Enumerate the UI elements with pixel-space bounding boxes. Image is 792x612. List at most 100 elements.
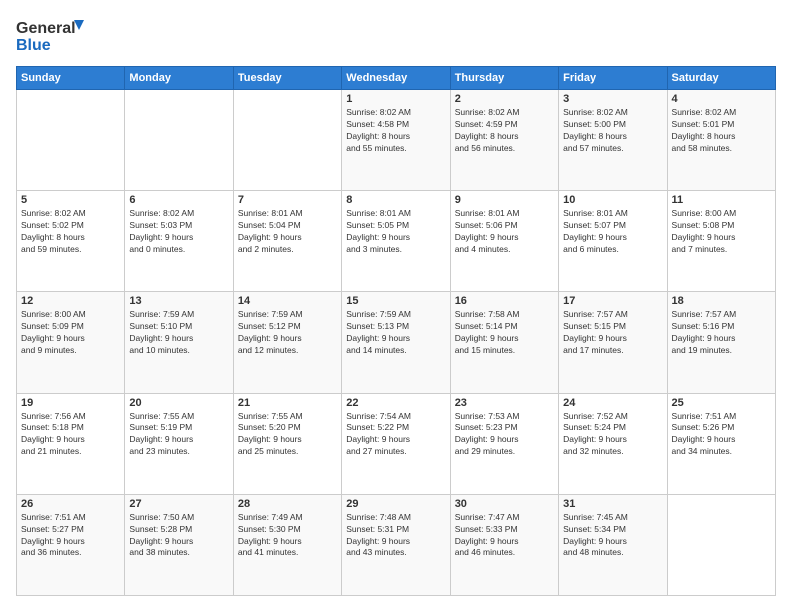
logo: GeneralBlue <box>16 16 86 56</box>
header: GeneralBlue <box>16 16 776 56</box>
day-info: Sunrise: 7:47 AM Sunset: 5:33 PM Dayligh… <box>455 512 554 560</box>
day-info: Sunrise: 7:51 AM Sunset: 5:27 PM Dayligh… <box>21 512 120 560</box>
calendar-cell: 30 Sunrise: 7:47 AM Sunset: 5:33 PM Dayli… <box>450 494 558 595</box>
calendar-cell: 24Sunrise: 7:52 AM Sunset: 5:24 PM Dayli… <box>559 393 667 494</box>
day-info: Sunrise: 8:00 AM Sunset: 5:08 PM Dayligh… <box>672 208 771 256</box>
calendar-week-row: 19 Sunrise: 7:56 AM Sunset: 5:18 PM Dayli… <box>17 393 776 494</box>
calendar-cell: 9Sunrise: 8:01 AM Sunset: 5:06 PM Daylig… <box>450 191 558 292</box>
calendar-week-row: 5 Sunrise: 8:02 AM Sunset: 5:02 PM Daylig… <box>17 191 776 292</box>
calendar-cell: 23 Sunrise: 7:53 AM Sunset: 5:23 PM Dayli… <box>450 393 558 494</box>
calendar-body: 1 Sunrise: 8:02 AM Sunset: 4:58 PM Daylig… <box>17 90 776 596</box>
day-info: Sunrise: 7:59 AM Sunset: 5:12 PM Dayligh… <box>238 309 337 357</box>
day-info: Sunrise: 8:01 AM Sunset: 5:06 PM Dayligh… <box>455 208 554 256</box>
day-info: Sunrise: 7:56 AM Sunset: 5:18 PM Dayligh… <box>21 411 120 459</box>
day-number: 10 <box>563 194 662 206</box>
calendar-cell: 31Sunrise: 7:45 AM Sunset: 5:34 PM Dayli… <box>559 494 667 595</box>
weekday-row: SundayMondayTuesdayWednesdayThursdayFrid… <box>17 67 776 90</box>
day-info: Sunrise: 8:02 AM Sunset: 5:01 PM Dayligh… <box>672 107 771 155</box>
day-info: Sunrise: 7:57 AM Sunset: 5:16 PM Dayligh… <box>672 309 771 357</box>
day-number: 27 <box>129 498 228 510</box>
calendar-cell: 14 Sunrise: 7:59 AM Sunset: 5:12 PM Dayli… <box>233 292 341 393</box>
day-number: 30 <box>455 498 554 510</box>
day-number: 23 <box>455 397 554 409</box>
day-info: Sunrise: 7:54 AM Sunset: 5:22 PM Dayligh… <box>346 411 445 459</box>
calendar-cell: 17 Sunrise: 7:57 AM Sunset: 5:15 PM Dayli… <box>559 292 667 393</box>
calendar-cell: 27 Sunrise: 7:50 AM Sunset: 5:28 PM Dayli… <box>125 494 233 595</box>
day-info: Sunrise: 7:49 AM Sunset: 5:30 PM Dayligh… <box>238 512 337 560</box>
calendar-week-row: 12 Sunrise: 8:00 AM Sunset: 5:09 PM Dayli… <box>17 292 776 393</box>
calendar-cell <box>667 494 775 595</box>
calendar-cell: 18 Sunrise: 7:57 AM Sunset: 5:16 PM Dayli… <box>667 292 775 393</box>
day-info: Sunrise: 7:53 AM Sunset: 5:23 PM Dayligh… <box>455 411 554 459</box>
calendar-cell <box>125 90 233 191</box>
day-number: 19 <box>21 397 120 409</box>
day-info: Sunrise: 7:59 AM Sunset: 5:10 PM Dayligh… <box>129 309 228 357</box>
day-number: 12 <box>21 295 120 307</box>
weekday-header: Tuesday <box>233 67 341 90</box>
day-info: Sunrise: 7:57 AM Sunset: 5:15 PM Dayligh… <box>563 309 662 357</box>
weekday-header: Monday <box>125 67 233 90</box>
svg-text:Blue: Blue <box>16 37 51 54</box>
day-info: Sunrise: 8:01 AM Sunset: 5:07 PM Dayligh… <box>563 208 662 256</box>
weekday-header: Wednesday <box>342 67 450 90</box>
calendar-cell: 2Sunrise: 8:02 AM Sunset: 4:59 PM Daylig… <box>450 90 558 191</box>
calendar-cell: 13 Sunrise: 7:59 AM Sunset: 5:10 PM Dayli… <box>125 292 233 393</box>
day-number: 25 <box>672 397 771 409</box>
day-number: 2 <box>455 93 554 105</box>
day-number: 29 <box>346 498 445 510</box>
day-info: Sunrise: 7:51 AM Sunset: 5:26 PM Dayligh… <box>672 411 771 459</box>
day-number: 13 <box>129 295 228 307</box>
day-number: 8 <box>346 194 445 206</box>
day-number: 5 <box>21 194 120 206</box>
calendar-cell: 22Sunrise: 7:54 AM Sunset: 5:22 PM Dayli… <box>342 393 450 494</box>
calendar-cell: 29 Sunrise: 7:48 AM Sunset: 5:31 PM Dayli… <box>342 494 450 595</box>
day-info: Sunrise: 8:02 AM Sunset: 5:02 PM Dayligh… <box>21 208 120 256</box>
weekday-header: Friday <box>559 67 667 90</box>
calendar-table: SundayMondayTuesdayWednesdayThursdayFrid… <box>16 66 776 596</box>
calendar-cell <box>17 90 125 191</box>
day-number: 7 <box>238 194 337 206</box>
logo-icon: GeneralBlue <box>16 16 86 56</box>
calendar-cell: 16Sunrise: 7:58 AM Sunset: 5:14 PM Dayli… <box>450 292 558 393</box>
calendar-cell: 5 Sunrise: 8:02 AM Sunset: 5:02 PM Daylig… <box>17 191 125 292</box>
calendar-header: SundayMondayTuesdayWednesdayThursdayFrid… <box>17 67 776 90</box>
day-number: 6 <box>129 194 228 206</box>
svg-text:General: General <box>16 20 76 37</box>
day-info: Sunrise: 8:01 AM Sunset: 5:05 PM Dayligh… <box>346 208 445 256</box>
day-number: 14 <box>238 295 337 307</box>
day-info: Sunrise: 7:58 AM Sunset: 5:14 PM Dayligh… <box>455 309 554 357</box>
calendar-cell: 11 Sunrise: 8:00 AM Sunset: 5:08 PM Dayli… <box>667 191 775 292</box>
day-info: Sunrise: 8:02 AM Sunset: 5:03 PM Dayligh… <box>129 208 228 256</box>
day-info: Sunrise: 7:50 AM Sunset: 5:28 PM Dayligh… <box>129 512 228 560</box>
day-info: Sunrise: 7:48 AM Sunset: 5:31 PM Dayligh… <box>346 512 445 560</box>
weekday-header: Saturday <box>667 67 775 90</box>
calendar-cell: 3 Sunrise: 8:02 AM Sunset: 5:00 PM Daylig… <box>559 90 667 191</box>
day-number: 21 <box>238 397 337 409</box>
calendar-week-row: 1 Sunrise: 8:02 AM Sunset: 4:58 PM Daylig… <box>17 90 776 191</box>
day-info: Sunrise: 8:02 AM Sunset: 5:00 PM Dayligh… <box>563 107 662 155</box>
day-info: Sunrise: 7:55 AM Sunset: 5:19 PM Dayligh… <box>129 411 228 459</box>
calendar-cell: 15 Sunrise: 7:59 AM Sunset: 5:13 PM Dayli… <box>342 292 450 393</box>
day-number: 26 <box>21 498 120 510</box>
day-info: Sunrise: 7:59 AM Sunset: 5:13 PM Dayligh… <box>346 309 445 357</box>
day-info: Sunrise: 7:45 AM Sunset: 5:34 PM Dayligh… <box>563 512 662 560</box>
day-info: Sunrise: 8:00 AM Sunset: 5:09 PM Dayligh… <box>21 309 120 357</box>
day-number: 24 <box>563 397 662 409</box>
day-number: 1 <box>346 93 445 105</box>
weekday-header: Thursday <box>450 67 558 90</box>
page: GeneralBlue SundayMondayTuesdayWednesday… <box>0 0 792 612</box>
day-number: 15 <box>346 295 445 307</box>
calendar-cell: 7Sunrise: 8:01 AM Sunset: 5:04 PM Daylig… <box>233 191 341 292</box>
calendar-cell: 12 Sunrise: 8:00 AM Sunset: 5:09 PM Dayli… <box>17 292 125 393</box>
calendar-cell: 26 Sunrise: 7:51 AM Sunset: 5:27 PM Dayli… <box>17 494 125 595</box>
weekday-header: Sunday <box>17 67 125 90</box>
calendar-cell: 19 Sunrise: 7:56 AM Sunset: 5:18 PM Dayli… <box>17 393 125 494</box>
day-info: Sunrise: 8:02 AM Sunset: 4:58 PM Dayligh… <box>346 107 445 155</box>
day-info: Sunrise: 7:55 AM Sunset: 5:20 PM Dayligh… <box>238 411 337 459</box>
day-number: 18 <box>672 295 771 307</box>
day-number: 17 <box>563 295 662 307</box>
day-number: 11 <box>672 194 771 206</box>
day-number: 3 <box>563 93 662 105</box>
day-number: 4 <box>672 93 771 105</box>
calendar-cell: 1 Sunrise: 8:02 AM Sunset: 4:58 PM Daylig… <box>342 90 450 191</box>
